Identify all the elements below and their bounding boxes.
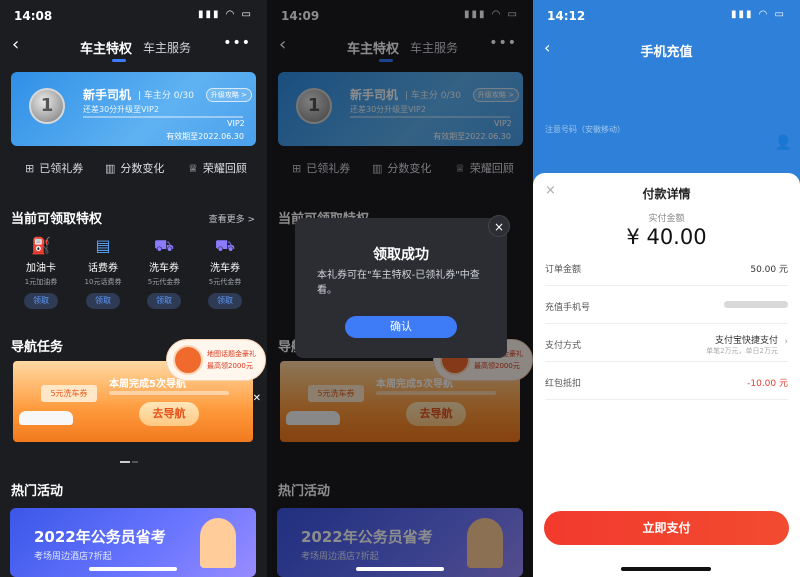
order-amount-row: 订单金额 50.00 元	[545, 248, 788, 286]
privilege-desc: 5元代金券	[147, 278, 181, 286]
quick-link-coupons[interactable]: ⊞ 已领礼券	[25, 160, 83, 176]
pay-now-button[interactable]: 立即支付	[544, 511, 789, 545]
close-icon[interactable]: ×	[488, 215, 510, 237]
top-nav: ‹ 车主特权 车主服务 •••	[0, 34, 267, 62]
sheet-title: 付款详情	[642, 187, 691, 201]
app-screen-claim-success: 14:09 ▮▮▮ ◠ ▭ ‹ 车主特权 车主服务 ••• 1 新手司机 | 车…	[267, 0, 533, 577]
claim-button[interactable]: 领取	[86, 293, 120, 309]
confirm-button[interactable]: 确认	[345, 316, 457, 338]
promo-line2: 最高领2000元	[207, 362, 253, 370]
quick-links: ⊞ 已领礼券 ▥ 分数变化 ♕ 荣耀回顾	[0, 158, 267, 178]
next-level-label: VIP2	[227, 119, 245, 128]
home-indicator	[356, 567, 444, 571]
chevron-right-icon: ›	[784, 337, 788, 347]
upgrade-strategy-button[interactable]: 升级攻略 >	[205, 88, 252, 102]
phone-number-row: 充值手机号	[545, 286, 788, 324]
home-indicator	[89, 567, 177, 571]
see-more-link[interactable]: 查看更多 >	[209, 212, 255, 225]
owner-score: | 车主分 0/30	[138, 91, 194, 101]
privilege-desc: 5元代金券	[208, 278, 242, 286]
row-label: 订单金额	[545, 265, 582, 275]
privilege-desc: 10元话费券	[84, 278, 122, 286]
illustration	[200, 518, 236, 568]
go-navigate-button[interactable]: 去导航	[139, 402, 199, 426]
home-indicator	[621, 567, 711, 571]
phone-bill-icon: ▤	[95, 236, 111, 255]
privilege-item: ⛽ 加油卡 1元加油券 领取	[16, 236, 66, 309]
carousel-dots	[120, 448, 144, 463]
payment-method: 支付宝快捷支付	[714, 336, 778, 346]
level-progress-bar	[83, 116, 243, 118]
level-name: 新手司机	[83, 88, 132, 102]
coupon-label: 5元洗车券	[41, 385, 97, 402]
car-wash-icon: ⛟	[153, 236, 175, 255]
privilege-item: ▤ 话费券 10元话费券 领取	[78, 236, 128, 309]
number-hint: 注意号码（安徽移动）	[545, 125, 625, 134]
row-label: 支付方式	[545, 341, 582, 351]
row-label: 充值手机号	[545, 303, 591, 313]
signal-wifi-battery-icon: ▮▮▮ ◠ ▭	[197, 9, 253, 20]
trophy-icon: ♕	[188, 162, 198, 175]
row-label: 红包抵扣	[545, 379, 582, 389]
payment-method-row[interactable]: 支付方式 支付宝快捷支付 单笔2万元，单日2万元 ›	[545, 324, 788, 362]
paid-amount: ¥ 40.00	[626, 225, 707, 249]
app-screen-privileges: 14:08 ▮▮▮ ◠ ▭ ‹ 车主特权 车主服务 ••• 1 新手司机 | 车…	[0, 0, 267, 577]
privilege-name: 加油卡	[26, 263, 56, 274]
privileges-title: 当前可领取特权	[11, 212, 103, 227]
privilege-name: 洗车券	[149, 263, 179, 274]
signal-wifi-battery-icon: ▮▮▮ ◠ ▭	[730, 9, 786, 20]
row-value: -10.00 元	[747, 379, 788, 389]
masked-phone-number	[724, 301, 788, 308]
car-icon	[19, 411, 73, 425]
paid-amount-label: 实付金额	[648, 214, 685, 224]
dialog-body: 本礼券可在"车主特权-已领礼券"中查看。	[317, 270, 480, 296]
close-icon[interactable]: ✕	[253, 393, 261, 404]
banner-title: 2022年公务员省考	[34, 528, 166, 546]
fuel-icon: ⛽	[31, 236, 51, 255]
back-icon[interactable]: ‹	[12, 36, 19, 54]
dialog-title: 领取成功	[373, 247, 429, 263]
task-progress-bar	[109, 391, 229, 395]
status-time: 14:12	[547, 9, 586, 23]
expiry-date: 有效期至2022.06.30	[166, 132, 244, 141]
status-bar: 14:08 ▮▮▮ ◠ ▭	[0, 0, 267, 34]
red-packet-row: 红包抵扣 -10.00 元	[545, 362, 788, 400]
banner-subtitle: 考场周边酒店7折起	[34, 552, 112, 562]
status-bar: 14:12 ▮▮▮ ◠ ▭	[533, 0, 800, 34]
hot-activities-title: 热门活动	[11, 484, 64, 499]
app-screen-payment: 14:12 ▮▮▮ ◠ ▭ ‹ 手机充值 注意号码（安徽移动） 👤 × 付款详情…	[533, 0, 800, 577]
privilege-item: ⛟ 洗车券 5元代金券 领取	[200, 236, 250, 309]
upgrade-hint: 还差30分升级至VIP2	[83, 105, 159, 114]
level-medal-icon: 1	[29, 88, 65, 124]
row-value: 50.00 元	[750, 265, 788, 275]
claim-button[interactable]: 领取	[147, 293, 181, 309]
tab-privileges[interactable]: 车主特权	[80, 38, 132, 57]
quick-link-score[interactable]: ▥ 分数变化	[105, 160, 164, 176]
tab-indicator	[112, 59, 126, 62]
car-icon: ⛟	[214, 236, 236, 255]
nav-task-title: 导航任务	[11, 340, 64, 355]
privilege-item: ⛟ 洗车券 5元代金券 领取	[139, 236, 189, 309]
gift-box-icon	[173, 345, 203, 375]
status-time: 14:08	[14, 9, 53, 23]
page-title: 手机充值	[640, 45, 693, 60]
promo-line1: 地图话题金豪礼	[207, 350, 256, 358]
chart-icon: ▥	[105, 162, 116, 175]
privilege-name: 洗车券	[210, 263, 240, 274]
claim-button[interactable]: 领取	[24, 293, 58, 309]
privilege-desc: 1元加油券	[24, 278, 58, 286]
privilege-name: 话费券	[88, 263, 118, 274]
contact-icon[interactable]: 👤	[775, 135, 792, 151]
tab-services[interactable]: 车主服务	[143, 39, 191, 56]
more-icon[interactable]: •••	[223, 35, 251, 51]
vip-card: 1 新手司机 | 车主分 0/30 还差30分升级至VIP2 VIP2 有效期至…	[11, 72, 256, 146]
quick-link-honor[interactable]: ♕ 荣耀回顾	[188, 160, 247, 176]
payment-limit: 单笔2万元，单日2万元	[706, 347, 778, 355]
claim-button[interactable]: 领取	[208, 293, 242, 309]
floating-promo[interactable]: 地图话题金豪礼 最高领2000元	[166, 339, 266, 381]
claim-success-dialog: 领取成功 本礼券可在"车主特权-已领礼券"中查看。 确认 ×	[295, 215, 510, 358]
gift-icon: ⊞	[25, 162, 35, 175]
